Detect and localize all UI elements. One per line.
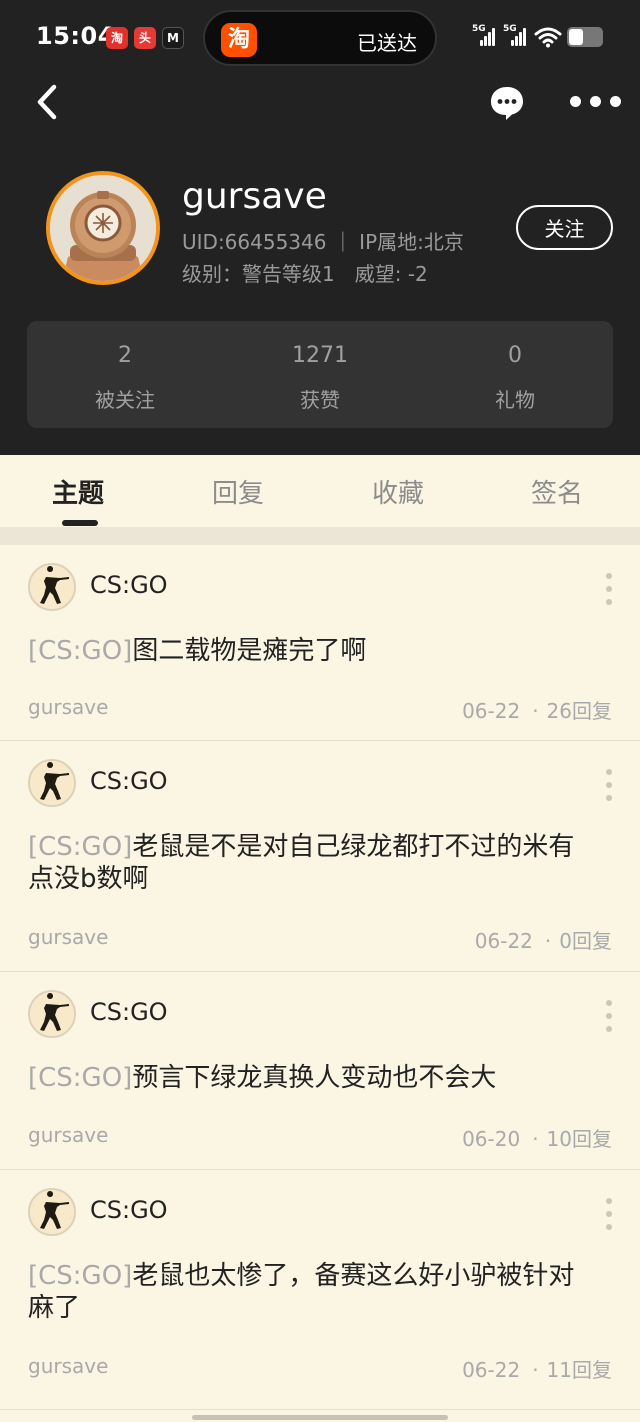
wifi-icon [534, 27, 562, 48]
forum-name[interactable]: CS:GO [90, 1196, 168, 1224]
post-meta: 06-22 · 26回复 [462, 699, 612, 723]
avatar[interactable] [46, 171, 160, 285]
post-list: CS:GO [CS:GO]图二载物是瘫完了啊 gursave 06-22 · 26回… [0, 545, 640, 1422]
stat-value: 2 [118, 343, 132, 368]
stat-value: 1271 [292, 343, 348, 368]
post-meta: 06-20 · 10回复 [462, 1127, 612, 1151]
follow-button[interactable]: 关注 [516, 205, 613, 250]
more-options-icon[interactable] [568, 92, 624, 112]
post-more-icon[interactable] [604, 571, 614, 607]
stat-likes[interactable]: 1271 获赞 [222, 321, 418, 428]
news-app-icon: 头 [134, 27, 156, 49]
post-more-icon[interactable] [604, 1196, 614, 1232]
battery-icon [567, 27, 603, 47]
post-author[interactable]: gursave [28, 1123, 108, 1147]
post-date: 06-22 [474, 929, 533, 953]
stats-panel: 2 被关注 1271 获赞 0 礼物 [27, 321, 613, 428]
red-app-icon: 淘 [106, 27, 128, 49]
post-title[interactable]: [CS:GO]老鼠是不是对自己绿龙都打不过的米有点没b数啊 [28, 831, 598, 895]
taobao-app-icon: 淘 [221, 23, 257, 57]
post-title[interactable]: [CS:GO]老鼠也太惨了，备赛这么好小驴被针对麻了 [28, 1260, 598, 1324]
island-status-text: 已送达 [357, 31, 417, 55]
post-tag: [CS:GO] [28, 832, 133, 862]
dynamic-island[interactable]: 淘 已送达 [203, 10, 437, 66]
stat-label: 礼物 [495, 388, 535, 412]
post-title-text: 预言下绿龙真换人变动也不会大 [132, 1063, 497, 1093]
forum-name[interactable]: CS:GO [90, 767, 168, 795]
post-item[interactable]: CS:GO [CS:GO]预言下绿龙真换人变动也不会大 gursave 06-2… [0, 972, 640, 1170]
post-title[interactable]: [CS:GO]图二载物是瘫完了啊 [28, 635, 598, 667]
stat-gifts[interactable]: 0 礼物 [417, 321, 613, 428]
back-arrow-icon[interactable] [30, 82, 70, 122]
signal-label-2: 5G [503, 24, 517, 34]
username: gursave [182, 176, 327, 217]
csgo-forum-icon[interactable] [28, 1188, 76, 1236]
tab-favorites[interactable]: 收藏 [372, 473, 424, 510]
signal-icon-2: 5G [503, 24, 527, 46]
message-icon[interactable] [488, 84, 526, 122]
post-title-text: 图二载物是瘫完了啊 [132, 636, 367, 666]
reputation-label: 威望: -2 [354, 262, 428, 286]
home-indicator[interactable] [192, 1415, 448, 1420]
post-tag: [CS:GO] [28, 1261, 133, 1291]
post-date: 06-22 [462, 699, 521, 723]
signal-icon: 5G [472, 24, 496, 46]
post-more-icon[interactable] [604, 998, 614, 1034]
post-reply-count: 0回复 [559, 929, 612, 953]
tab-replies[interactable]: 回复 [212, 473, 264, 510]
post-meta: 06-22 · 0回复 [474, 929, 612, 953]
level-label: 级别：警告等级1 [182, 262, 335, 286]
post-reply-count: 11回复 [546, 1358, 612, 1382]
stat-followers[interactable]: 2 被关注 [27, 321, 223, 428]
post-item[interactable]: CS:GO [CS:GO]图二载物是瘫完了啊 gursave 06-22 · 26回… [0, 545, 640, 741]
section-divider [0, 527, 640, 545]
stat-value: 0 [508, 343, 522, 368]
csgo-forum-icon[interactable] [28, 990, 76, 1038]
status-time: 15:04 [36, 22, 115, 50]
uid-ip-line: UID:66455346 ｜ IP属地:北京 [182, 230, 464, 254]
tab-signature[interactable]: 签名 [531, 473, 583, 510]
post-reply-count: 26回复 [546, 699, 612, 723]
forum-name[interactable]: CS:GO [90, 998, 168, 1026]
post-date: 06-22 [462, 1358, 521, 1382]
csgo-forum-icon[interactable] [28, 563, 76, 611]
level-line: 级别：警告等级1 威望: -2 [182, 258, 448, 287]
battery-level [569, 29, 583, 45]
forum-name[interactable]: CS:GO [90, 571, 168, 599]
post-tag: [CS:GO] [28, 1063, 133, 1093]
csgo-forum-icon[interactable] [28, 759, 76, 807]
m-app-icon: M [162, 27, 184, 49]
status-bar: 15:04 淘 头 M 淘 已送达 5G 5G [0, 0, 640, 76]
post-meta: 06-22 · 11回复 [462, 1358, 612, 1382]
post-title[interactable]: [CS:GO]预言下绿龙真换人变动也不会大 [28, 1062, 598, 1094]
tab-bar: 主题 回复 收藏 签名 [0, 455, 640, 527]
stat-label: 被关注 [95, 388, 155, 412]
post-more-icon[interactable] [604, 767, 614, 803]
active-tab-indicator [62, 520, 98, 526]
diving-helmet-icon [50, 175, 156, 281]
post-tag: [CS:GO] [28, 636, 133, 666]
post-reply-count: 10回复 [546, 1127, 612, 1151]
post-date: 06-20 [462, 1127, 521, 1151]
post-item[interactable]: CS:GO [CS:GO]老鼠也太惨了，备赛这么好小驴被针对麻了 gursave… [0, 1170, 640, 1410]
post-author[interactable]: gursave [28, 695, 108, 719]
post-author[interactable]: gursave [28, 1354, 108, 1378]
stat-label: 获赞 [300, 388, 340, 412]
post-author[interactable]: gursave [28, 925, 108, 949]
tab-topics[interactable]: 主题 [52, 473, 104, 510]
signal-label: 5G [472, 24, 486, 34]
post-item[interactable]: CS:GO [CS:GO]老鼠是不是对自己绿龙都打不过的米有点没b数啊 gurs… [0, 741, 640, 972]
